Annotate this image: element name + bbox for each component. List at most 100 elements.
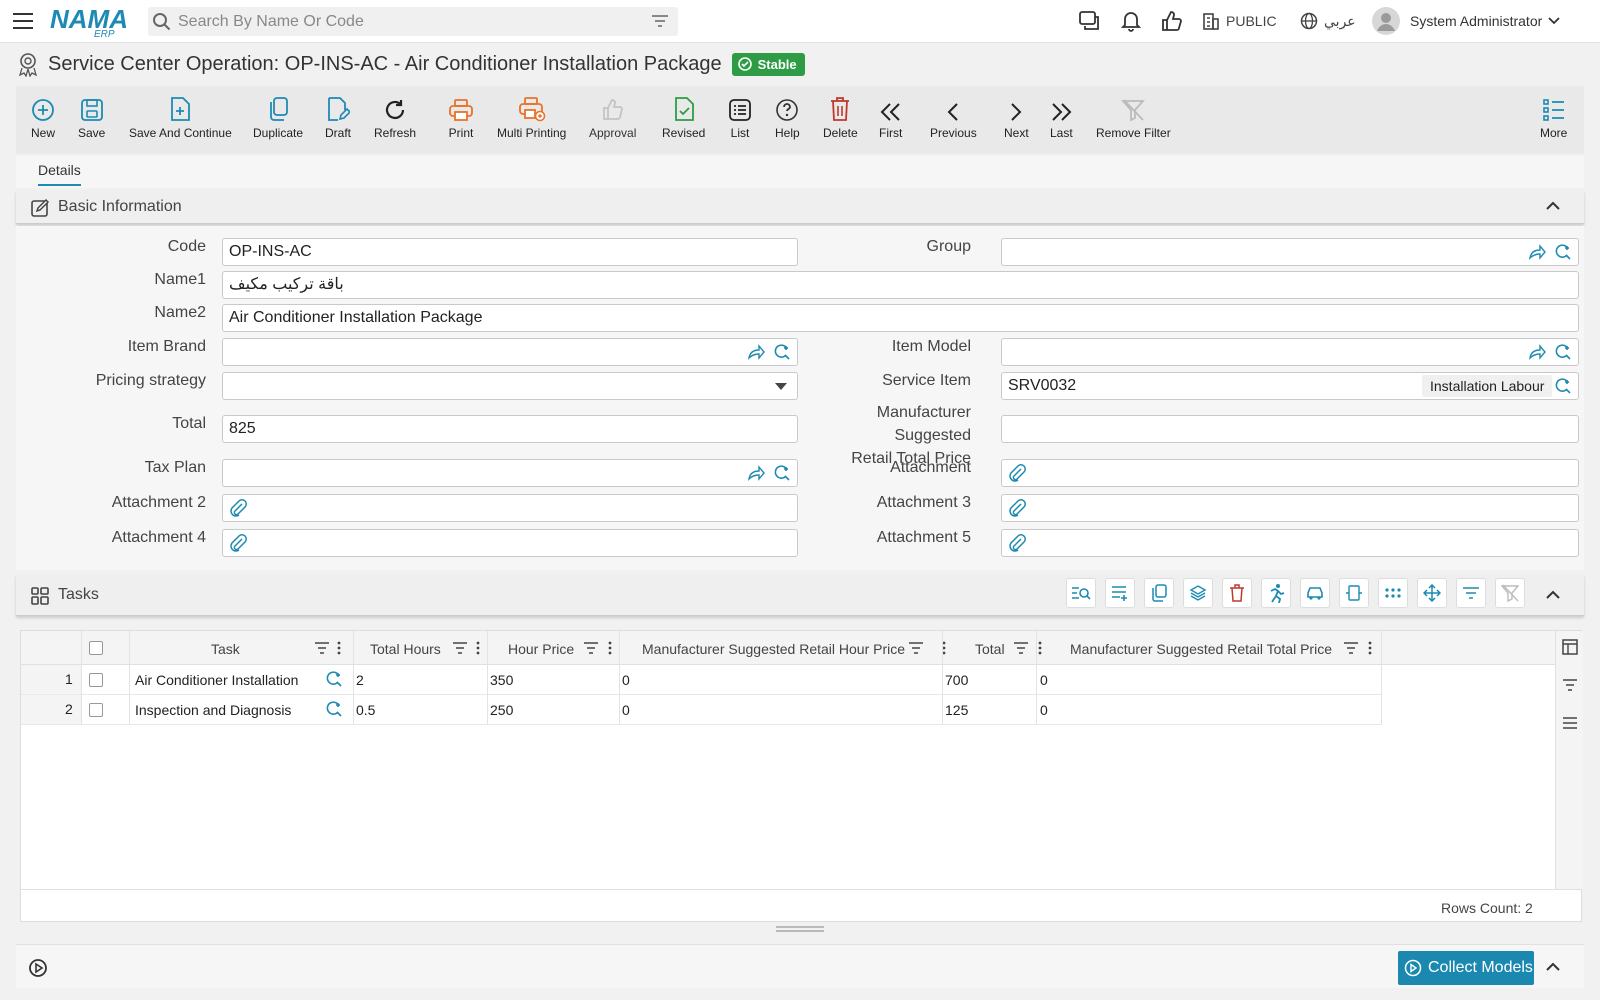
duplicate-button[interactable]: Duplicate [253,94,303,140]
resize-handle[interactable] [776,925,824,933]
paperclip-icon[interactable] [1008,534,1026,552]
save-and-continue-button[interactable]: Save And Continue [129,94,232,140]
name1-field[interactable]: باقة تركيب مكيف [222,271,1579,299]
column-header-total-hours[interactable]: Total Hours [370,641,441,657]
share-arrow-icon[interactable] [747,343,765,361]
hamburger-menu-icon[interactable] [12,10,36,32]
remove-filter-button[interactable]: Remove Filter [1096,94,1171,140]
grid-remove-filter-button[interactable] [1495,578,1525,608]
help-button[interactable]: Help [775,94,800,140]
car-service-button[interactable] [1300,578,1330,608]
revised-button[interactable]: Revised [662,94,705,140]
column-filter-icon[interactable] [453,642,467,654]
search-rows-button[interactable] [1066,578,1096,608]
attachment-field[interactable] [1001,459,1579,487]
attachment-2-field[interactable] [222,494,798,522]
table-row[interactable]: 2 Inspection and Diagnosis 0.5 250 0 125… [21,695,1381,725]
new-button[interactable]: New [31,94,55,140]
search-plus-icon[interactable] [773,464,791,482]
msr-total-price-cell[interactable]: 0 [1040,702,1048,718]
chevron-up-icon[interactable] [1546,962,1560,972]
last-button[interactable]: Last [1050,94,1073,140]
column-header-hour-price[interactable]: Hour Price [508,641,574,657]
delete-button[interactable]: Delete [823,94,858,140]
fit-columns-button[interactable] [1339,578,1369,608]
column-header-total[interactable]: Total [975,641,1005,657]
item-model-field[interactable] [1001,338,1579,366]
table-row[interactable]: 1 Air Conditioner Installation 2 350 0 7… [21,665,1381,695]
column-filter-icon[interactable] [584,642,598,654]
task-cell[interactable]: Inspection and Diagnosis [135,702,291,718]
msr-hour-price-cell[interactable]: 0 [622,702,630,718]
service-item-field[interactable]: SRV0032 Installation Labour [1001,372,1579,400]
column-menu-icon[interactable] [337,641,341,655]
approval-button[interactable]: Approval [589,94,636,140]
column-menu-icon[interactable] [476,641,480,655]
tab-details[interactable]: Details [38,162,81,186]
hour-price-cell[interactable]: 250 [490,702,513,718]
column-header-msr-hour-price[interactable]: Manufacturer Suggested Retail Hour Price [642,641,905,657]
total-field[interactable]: 825 [222,415,798,443]
column-header-task[interactable]: Task [211,641,240,657]
attachment-3-field[interactable] [1001,494,1579,522]
refresh-button[interactable]: Refresh [374,94,416,140]
column-menu-icon[interactable] [1368,641,1372,655]
move-button[interactable] [1417,578,1447,608]
multi-printing-button[interactable]: Multi Printing [497,94,566,140]
layers-button[interactable] [1183,578,1213,608]
msr-hour-price-cell[interactable]: 0 [622,672,630,688]
nama-erp-logo[interactable]: NAMA ERP [50,4,132,38]
side-menu-icon[interactable] [1563,717,1577,729]
print-button[interactable]: Print [448,94,474,140]
share-arrow-icon[interactable] [1528,343,1546,361]
play-circle-icon[interactable] [28,958,48,978]
row-checkbox[interactable] [89,673,103,687]
paperclip-icon[interactable] [1008,464,1026,482]
hour-price-cell[interactable]: 350 [490,672,513,688]
first-button[interactable]: First [879,94,902,140]
public-company[interactable]: PUBLIC [1202,12,1277,30]
filter-icon[interactable] [652,14,668,28]
save-button[interactable]: Save [78,94,105,140]
code-field[interactable]: OP-INS-AC [222,238,798,266]
msr-total-price-cell[interactable]: 0 [1040,672,1048,688]
run-button[interactable] [1261,578,1291,608]
paperclip-icon[interactable] [229,534,247,552]
column-filter-icon[interactable] [1344,642,1358,654]
msrp-total-field[interactable] [1001,415,1579,443]
column-header-msr-total-price[interactable]: Manufacturer Suggested Retail Total Pric… [1070,641,1332,657]
group-field[interactable] [1001,238,1579,266]
draft-button[interactable]: Draft [325,94,351,140]
share-arrow-icon[interactable] [747,464,765,482]
search-plus-icon[interactable] [773,343,791,361]
copy-row-button[interactable] [1144,578,1174,608]
next-button[interactable]: Next [1004,94,1029,140]
pricing-strategy-select[interactable] [222,372,798,400]
side-filter-icon[interactable] [1563,679,1577,691]
task-search-icon[interactable] [325,700,343,718]
user-menu[interactable]: System Administrator [1372,7,1560,35]
delete-row-button[interactable] [1222,578,1252,608]
paperclip-icon[interactable] [1008,499,1026,517]
row-checkbox[interactable] [89,703,103,717]
basic-information-header[interactable]: Basic Information [16,190,1584,224]
thumbs-up-icon[interactable] [1160,10,1184,32]
total-cell[interactable]: 125 [945,702,968,718]
task-cell[interactable]: Air Conditioner Installation [135,672,298,688]
task-search-icon[interactable] [325,670,343,688]
name2-field[interactable]: Air Conditioner Installation Package [222,304,1579,332]
column-filter-icon[interactable] [909,642,923,654]
chat-icon[interactable] [1078,10,1102,32]
previous-button[interactable]: Previous [930,94,977,140]
column-filter-icon[interactable] [1014,642,1028,654]
more-button[interactable]: More [1540,94,1567,140]
attachment-4-field[interactable] [222,529,798,557]
list-button[interactable]: List [728,94,752,140]
item-brand-field[interactable] [222,338,798,366]
paperclip-icon[interactable] [229,499,247,517]
grid-filter-button[interactable] [1456,578,1486,608]
share-arrow-icon[interactable] [1528,243,1546,261]
grid-dots-button[interactable] [1378,578,1408,608]
columns-table-icon[interactable] [1562,639,1578,655]
column-filter-icon[interactable] [315,642,329,654]
